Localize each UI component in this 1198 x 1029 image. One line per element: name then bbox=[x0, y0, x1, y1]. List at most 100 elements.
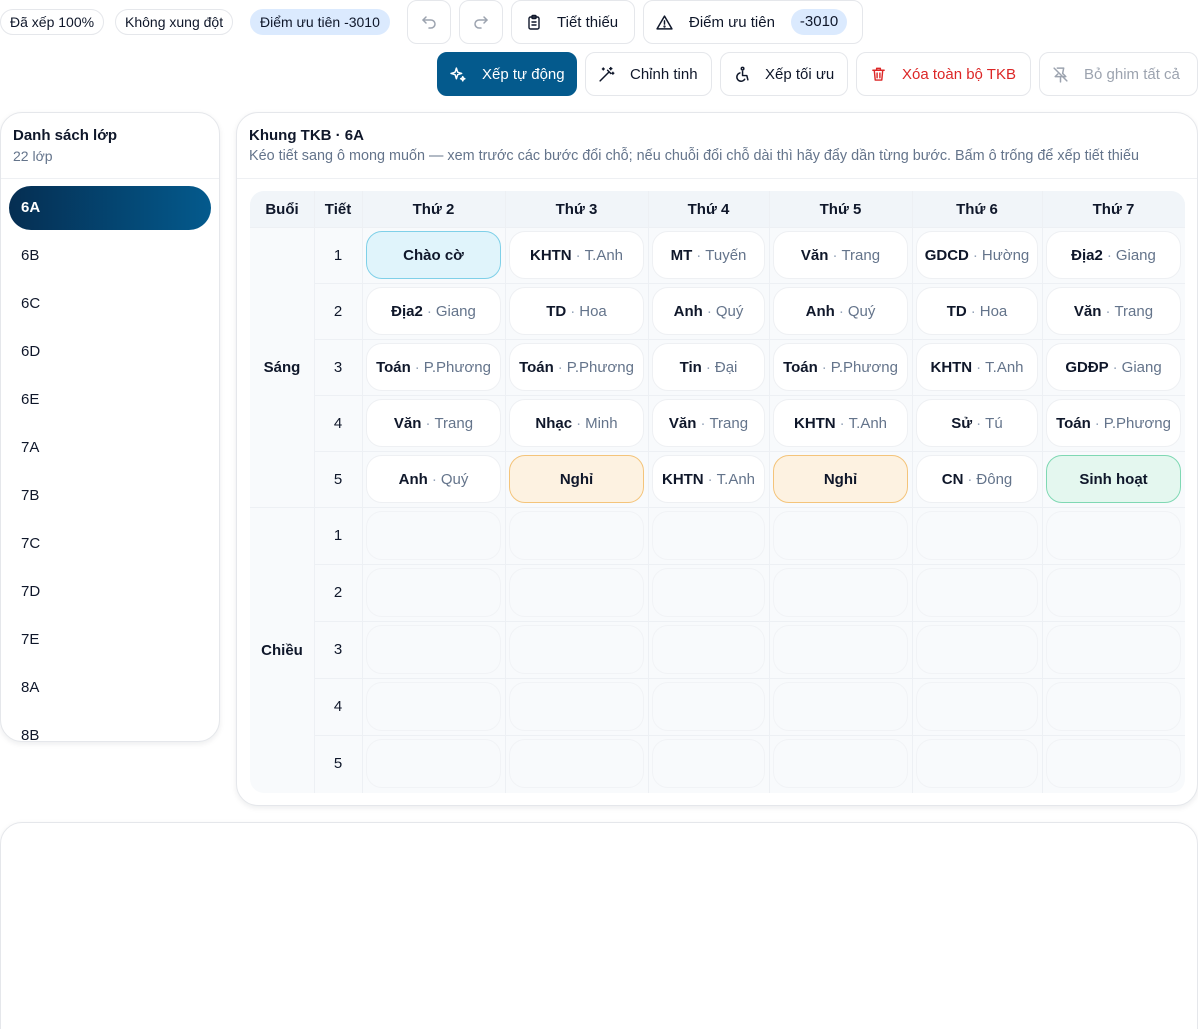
slot-nghi[interactable]: Nghỉ bbox=[773, 455, 908, 503]
lesson-slot[interactable]: Anh · Quý bbox=[652, 287, 765, 335]
empty-slot[interactable] bbox=[652, 739, 765, 788]
day-header: Thứ 7 bbox=[1092, 200, 1135, 218]
empty-slot[interactable] bbox=[366, 739, 501, 788]
lesson-slot[interactable]: KHTN · T.Anh bbox=[509, 231, 644, 279]
lesson-subject: Văn bbox=[800, 246, 829, 264]
lesson-slot[interactable]: Địa2 · Giang bbox=[366, 287, 501, 335]
period-column-header: Tiết bbox=[324, 200, 352, 218]
empty-slot[interactable] bbox=[509, 625, 644, 674]
empty-slot[interactable] bbox=[773, 682, 908, 731]
class-item-7b[interactable]: 7B bbox=[9, 474, 211, 518]
empty-slot[interactable] bbox=[509, 568, 644, 617]
class-item-7c[interactable]: 7C bbox=[9, 522, 211, 566]
empty-slot[interactable] bbox=[1046, 625, 1181, 674]
slot-sinhhoat[interactable]: Sinh hoạt bbox=[1046, 455, 1181, 503]
class-item-7a[interactable]: 7A bbox=[9, 426, 211, 470]
slot-chaoco[interactable]: Chào cờ bbox=[366, 231, 501, 279]
lesson-slot[interactable]: Sử · Tú bbox=[916, 399, 1038, 447]
class-item-7e[interactable]: 7E bbox=[9, 618, 211, 662]
timetable-title: Khung TKB · 6A bbox=[249, 127, 364, 144]
priority-score-button[interactable]: Điểm ưu tiên -3010 bbox=[643, 0, 863, 44]
empty-slot[interactable] bbox=[509, 511, 644, 560]
redo-button[interactable] bbox=[459, 0, 503, 44]
unpin-all-button[interactable]: Bỏ ghim tất cả bbox=[1039, 52, 1198, 96]
lesson-slot[interactable]: Toán · P.Phương bbox=[509, 343, 644, 391]
empty-slot[interactable] bbox=[773, 625, 908, 674]
optimize-button[interactable]: Xếp tối ưu bbox=[720, 52, 848, 96]
empty-slot[interactable] bbox=[366, 568, 501, 617]
auto-schedule-button[interactable]: Xếp tự động bbox=[437, 52, 577, 96]
class-count: 22 lớp bbox=[13, 148, 53, 164]
lesson-slot[interactable]: Toán · P.Phương bbox=[366, 343, 501, 391]
lesson-subject: TD bbox=[546, 302, 567, 320]
lesson-slot[interactable]: Văn · Trang bbox=[652, 399, 765, 447]
lesson-slot[interactable]: Toán · P.Phương bbox=[773, 343, 908, 391]
lesson-slot[interactable]: Nhạc · Minh bbox=[509, 399, 644, 447]
lesson-slot[interactable]: TD · Hoa bbox=[916, 287, 1038, 335]
placed-status-chip: Đã xếp 100% bbox=[0, 9, 105, 35]
lesson-slot[interactable]: KHTN · T.Anh bbox=[773, 399, 908, 447]
lesson-teacher: Hoa bbox=[979, 302, 1008, 320]
empty-slot[interactable] bbox=[652, 682, 765, 731]
lesson-teacher: Minh bbox=[585, 414, 618, 432]
empty-slot[interactable] bbox=[509, 682, 644, 731]
empty-slot[interactable] bbox=[916, 682, 1038, 731]
period-number: 3 bbox=[333, 358, 343, 376]
lesson-slot[interactable]: GDĐP · Giang bbox=[1046, 343, 1181, 391]
unpin-all-label: Bỏ ghim tất cả bbox=[1084, 65, 1180, 83]
lesson-slot[interactable]: Văn · Trang bbox=[366, 399, 501, 447]
lesson-subject: Toán bbox=[1056, 414, 1091, 432]
empty-slot[interactable] bbox=[773, 568, 908, 617]
lesson-teacher: P.Phương bbox=[566, 358, 634, 376]
class-item-8a[interactable]: 8A bbox=[9, 666, 211, 710]
lesson-slot[interactable]: GDCD · Hường bbox=[916, 231, 1038, 279]
empty-slot[interactable] bbox=[652, 511, 765, 560]
lesson-slot[interactable]: Anh · Quý bbox=[773, 287, 908, 335]
empty-slot[interactable] bbox=[366, 625, 501, 674]
grid-column-divider bbox=[1042, 191, 1043, 793]
class-item-6b[interactable]: 6B bbox=[9, 234, 211, 278]
empty-slot[interactable] bbox=[1046, 511, 1181, 560]
class-item-6d[interactable]: 6D bbox=[9, 330, 211, 374]
lesson-slot[interactable]: Toán · P.Phương bbox=[1046, 399, 1181, 447]
empty-slot[interactable] bbox=[366, 511, 501, 560]
day-header: Thứ 6 bbox=[956, 200, 998, 218]
empty-slot[interactable] bbox=[773, 739, 908, 788]
lesson-slot[interactable]: CN · Đông bbox=[916, 455, 1038, 503]
lesson-teacher: Trang bbox=[709, 414, 749, 432]
grid-column-divider bbox=[912, 191, 913, 793]
lesson-slot[interactable]: Văn · Trang bbox=[1046, 287, 1181, 335]
class-item-6e[interactable]: 6E bbox=[9, 378, 211, 422]
empty-slot[interactable] bbox=[916, 625, 1038, 674]
empty-slot[interactable] bbox=[916, 568, 1038, 617]
class-item-7d[interactable]: 7D bbox=[9, 570, 211, 614]
missing-periods-button[interactable]: Tiết thiếu bbox=[511, 0, 635, 44]
class-item-6c[interactable]: 6C bbox=[9, 282, 211, 326]
lesson-slot[interactable]: TD · Hoa bbox=[509, 287, 644, 335]
lesson-slot[interactable]: KHTN · T.Anh bbox=[652, 455, 765, 503]
empty-slot[interactable] bbox=[773, 511, 908, 560]
empty-slot[interactable] bbox=[652, 625, 765, 674]
lesson-subject: Anh bbox=[673, 302, 703, 320]
slot-nghi[interactable]: Nghỉ bbox=[509, 455, 644, 503]
lesson-slot[interactable]: Anh · Quý bbox=[366, 455, 501, 503]
lesson-slot[interactable]: Tin · Đại bbox=[652, 343, 765, 391]
fine-tune-button[interactable]: Chỉnh tinh bbox=[585, 52, 712, 96]
empty-slot[interactable] bbox=[366, 682, 501, 731]
lesson-slot[interactable]: Văn · Trang bbox=[773, 231, 908, 279]
empty-slot[interactable] bbox=[1046, 682, 1181, 731]
class-item-6a[interactable]: 6A bbox=[9, 186, 211, 230]
empty-slot[interactable] bbox=[1046, 739, 1181, 788]
lesson-slot[interactable]: MT · Tuyến bbox=[652, 231, 765, 279]
empty-slot[interactable] bbox=[652, 568, 765, 617]
lesson-slot[interactable]: KHTN · T.Anh bbox=[916, 343, 1038, 391]
empty-slot[interactable] bbox=[1046, 568, 1181, 617]
empty-slot[interactable] bbox=[509, 739, 644, 788]
clear-timetable-button[interactable]: Xóa toàn bộ TKB bbox=[856, 52, 1031, 96]
undo-button[interactable] bbox=[407, 0, 451, 44]
empty-slot[interactable] bbox=[916, 511, 1038, 560]
class-item-8b[interactable]: 8B bbox=[9, 714, 211, 741]
empty-slot[interactable] bbox=[916, 739, 1038, 788]
day-header: Thứ 2 bbox=[412, 200, 455, 218]
lesson-slot[interactable]: Địa2 · Giang bbox=[1046, 231, 1181, 279]
